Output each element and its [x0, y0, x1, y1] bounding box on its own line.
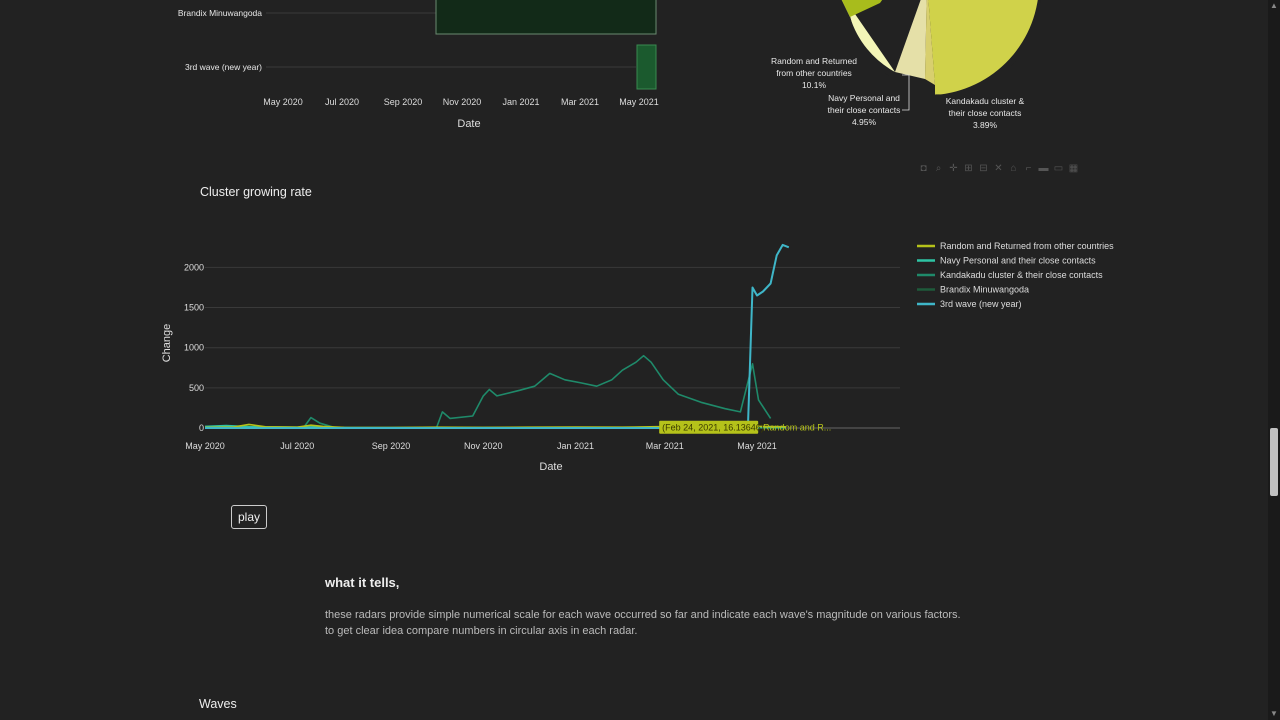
- y-axis-title: Change: [161, 324, 173, 363]
- svg-text:Kandakadu cluster &: Kandakadu cluster &: [946, 96, 1025, 106]
- plotly-logo-icon[interactable]: ▦: [1068, 163, 1079, 174]
- svg-text:3.89%: 3.89%: [973, 120, 998, 130]
- chart-modebar: ◘ ⌕ ✛ ⊞ ⊟ ✕ ⌂ ⌐ ▬ ▭ ▦: [918, 163, 1079, 177]
- series-line[interactable]: [205, 354, 772, 429]
- x-tick-label: Mar 2021: [646, 441, 684, 451]
- camera-icon[interactable]: ◘: [918, 163, 929, 174]
- scroll-down-arrow-icon[interactable]: ▼: [1268, 708, 1280, 720]
- pan-icon[interactable]: ✛: [948, 163, 959, 174]
- top-category-label: 3rd wave (new year): [185, 62, 262, 72]
- hover-tooltip: (Feb 24, 2021, 16.13646) Random and R...: [659, 420, 831, 434]
- top-category-label: Brandix Minuwangoda: [178, 8, 262, 18]
- legend-item[interactable]: 3rd wave (new year): [917, 299, 1022, 309]
- y-gridlines: [205, 266, 900, 429]
- svg-text:4.95%: 4.95%: [852, 117, 877, 127]
- scroll-up-arrow-icon[interactable]: ▲: [1268, 0, 1280, 12]
- top-x-tick-label: Nov 2020: [443, 97, 482, 107]
- y-tick-label: 1000: [184, 343, 204, 353]
- top-x-tick-label: May 2020: [263, 97, 303, 107]
- pie-label-navy: Navy Personal and their close contacts 4…: [828, 74, 910, 127]
- top-x-tick-label: Sep 2020: [384, 97, 423, 107]
- x-tick-label: May 2020: [185, 441, 225, 451]
- top-x-axis-title: Date: [457, 118, 480, 130]
- legend-label: Random and Returned from other countries: [940, 241, 1114, 251]
- zoom-in-icon[interactable]: ⊞: [963, 163, 974, 174]
- line-chart: 0 500 1000 1500 2000 May 2020 Jul 2020 Sep 202…: [161, 241, 1114, 473]
- top-x-tick-label: Jan 2021: [502, 97, 539, 107]
- pie-label-random: Random and Returned from other countries…: [771, 56, 857, 90]
- waves-title: Waves: [199, 697, 237, 711]
- top-x-axis: May 2020 Jul 2020 Sep 2020 Nov 2020 Jan 2021…: [263, 97, 659, 107]
- play-button[interactable]: play: [231, 505, 267, 529]
- legend-item[interactable]: Kandakadu cluster & their close contacts: [917, 270, 1103, 280]
- legend-label: Brandix Minuwangoda: [940, 285, 1029, 295]
- compare-icon[interactable]: ▬: [1038, 163, 1049, 174]
- pie-label-kandakadu: Kandakadu cluster & their close contacts…: [946, 96, 1025, 130]
- autoscale-icon[interactable]: ✕: [993, 163, 1004, 174]
- spike-icon[interactable]: ⌐: [1023, 163, 1034, 174]
- svg-text:Random and Returned: Random and Returned: [771, 56, 857, 66]
- legend-item[interactable]: Navy Personal and their close contacts: [917, 256, 1096, 266]
- y-tick-label: 2000: [184, 262, 204, 272]
- top-x-tick-label: May 2021: [619, 97, 659, 107]
- pie-slice-main[interactable]: [927, 0, 1039, 95]
- zoom-out-icon[interactable]: ⊟: [978, 163, 989, 174]
- x-tick-label: Nov 2020: [464, 441, 503, 451]
- x-tick-label: Sep 2020: [372, 441, 411, 451]
- top-x-tick-label: Jul 2020: [325, 97, 359, 107]
- hover-label-text: (Feb 24, 2021, 16.13646): [662, 423, 764, 433]
- hover-series-text: Random and R...: [763, 423, 831, 433]
- top-x-tick-label: Mar 2021: [561, 97, 599, 107]
- x-tick-label: Jul 2020: [280, 441, 314, 451]
- legend-label: Navy Personal and their close contacts: [940, 256, 1096, 266]
- section-heading: what it tells,: [325, 575, 400, 590]
- svg-text:their close contacts: their close contacts: [949, 108, 1022, 118]
- legend-item[interactable]: Brandix Minuwangoda: [917, 285, 1029, 295]
- svg-text:Navy Personal and: Navy Personal and: [828, 93, 900, 103]
- legend-label: 3rd wave (new year): [940, 299, 1022, 309]
- pie-slice-navy[interactable]: [895, 0, 927, 79]
- y-tick-label: 0: [199, 423, 204, 433]
- svg-text:from other countries: from other countries: [776, 68, 852, 78]
- scroll-thumb[interactable]: [1270, 428, 1278, 496]
- x-tick-label: Jan 2021: [557, 441, 594, 451]
- series-lines: [204, 243, 790, 429]
- y-tick-label: 500: [189, 383, 204, 393]
- page-scrollbar[interactable]: ▲ ▼: [1268, 0, 1280, 720]
- y-axis: 0 500 1000 1500 2000: [184, 262, 204, 433]
- x-axis-title: Date: [539, 461, 562, 473]
- hover-compare-icon[interactable]: ▭: [1053, 163, 1064, 174]
- x-tick-label: May 2021: [737, 441, 777, 451]
- section-body: these radars provide simple numerical sc…: [325, 609, 961, 637]
- brandix-bar[interactable]: [435, 0, 657, 35]
- top-bar-chart: Brandix Minuwangoda 3rd wave (new year) …: [178, 0, 659, 130]
- svg-text:their close contacts: their close contacts: [828, 105, 901, 115]
- zoom-icon[interactable]: ⌕: [933, 163, 944, 174]
- legend: Random and Returned from other countries…: [917, 241, 1114, 309]
- pie-slice-green[interactable]: [833, 0, 895, 17]
- y-tick-label: 1500: [184, 303, 204, 313]
- x-axis: May 2020 Jul 2020 Sep 2020 Nov 2020 Jan 2021…: [185, 441, 777, 451]
- legend-label: Kandakadu cluster & their close contacts: [940, 270, 1103, 280]
- chart-title: Cluster growing rate: [200, 185, 312, 199]
- svg-text:10.1%: 10.1%: [802, 80, 827, 90]
- reset-icon[interactable]: ⌂: [1008, 163, 1019, 174]
- legend-item[interactable]: Random and Returned from other countries: [917, 241, 1114, 251]
- pie-chart: Random and Returned from other countries…: [771, 0, 1041, 130]
- third-wave-bar[interactable]: [636, 44, 657, 90]
- series-line[interactable]: [205, 243, 790, 429]
